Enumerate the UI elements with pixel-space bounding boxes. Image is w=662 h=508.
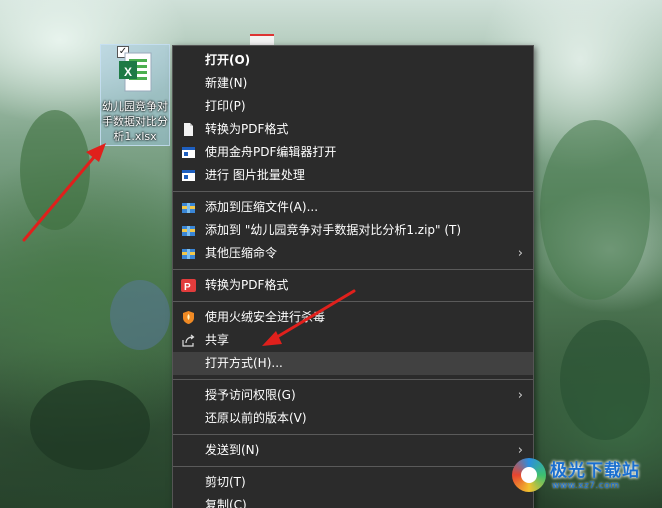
menu-separator xyxy=(173,191,533,192)
menu-item-label: 转换为PDF格式 xyxy=(205,278,289,292)
menu-item[interactable]: 添加到压缩文件(A)... xyxy=(173,196,533,219)
menu-item[interactable]: 打开(O) xyxy=(173,49,533,72)
svg-text:P: P xyxy=(184,282,191,293)
menu-item[interactable]: 复制(C) xyxy=(173,494,533,508)
watermark-subtitle: www.xz7.com xyxy=(552,481,620,491)
menu-item[interactable]: 使用金舟PDF编辑器打开 xyxy=(173,141,533,164)
menu-separator xyxy=(173,434,533,435)
pdf-editor-icon xyxy=(181,145,196,160)
menu-item-label: 进行 图片批量处理 xyxy=(205,168,305,182)
menu-separator xyxy=(173,379,533,380)
menu-item[interactable]: 添加到 "幼儿园竞争对手数据对比分析1.zip" (T) xyxy=(173,219,533,242)
menu-item-label: 新建(N) xyxy=(205,76,248,90)
menu-separator xyxy=(173,269,533,270)
menu-item[interactable]: P 转换为PDF格式 xyxy=(173,274,533,297)
menu-item[interactable]: 打印(P) xyxy=(173,95,533,118)
menu-item-label: 共享 xyxy=(205,333,230,347)
menu-item[interactable]: 剪切(T) xyxy=(173,471,533,494)
image-batch-icon xyxy=(181,168,196,183)
archive-icon xyxy=(181,200,196,215)
watermark: 极光下载站 www.xz7.com xyxy=(512,454,658,500)
watermark-logo-icon xyxy=(512,458,546,492)
menu-item-label: 打开(O) xyxy=(205,53,251,67)
menu-item[interactable]: 新建(N) xyxy=(173,72,533,95)
menu-item[interactable]: 授予访问权限(G) › xyxy=(173,384,533,407)
menu-item-label: 还原以前的版本(V) xyxy=(205,411,307,425)
menu-item-label: 其他压缩命令 xyxy=(205,246,278,260)
excel-file-icon xyxy=(119,52,152,92)
share-icon xyxy=(181,333,196,348)
menu-item[interactable]: 发送到(N) › xyxy=(173,439,533,462)
menu-separator xyxy=(173,466,533,467)
menu-item[interactable]: 还原以前的版本(V) xyxy=(173,407,533,430)
document-icon xyxy=(181,122,196,137)
archive-icon xyxy=(181,246,196,261)
chevron-right-icon: › xyxy=(517,246,523,261)
menu-item-label: 打印(P) xyxy=(205,99,246,113)
menu-separator xyxy=(173,301,533,302)
menu-item[interactable]: 其他压缩命令 › xyxy=(173,242,533,265)
menu-item[interactable]: 共享 xyxy=(173,329,533,352)
menu-item-label: 使用火绒安全进行杀毒 xyxy=(205,310,326,324)
menu-item-label: 添加到 "幼儿园竞争对手数据对比分析1.zip" (T) xyxy=(205,223,462,237)
shield-icon xyxy=(181,310,196,325)
menu-item[interactable]: 打开方式(H)... xyxy=(173,352,533,375)
menu-item-label: 授予访问权限(G) xyxy=(205,388,296,402)
menu-item-label: 使用金舟PDF编辑器打开 xyxy=(205,145,337,159)
menu-item-label: 剪切(T) xyxy=(205,475,246,489)
context-menu: 打开(O) 新建(N) 打印(P) 转换为PDF格式 使用金舟PDF编辑器打开 进行 图片… xyxy=(172,45,534,508)
desktop-file-icon[interactable]: ✓ X 幼儿园竞争对手数据对比分析1.xlsx xyxy=(100,44,170,146)
menu-item-label: 复制(C) xyxy=(205,498,247,508)
menu-item-label: 转换为PDF格式 xyxy=(205,122,289,136)
file-name-label: 幼儿园竞争对手数据对比分析1.xlsx xyxy=(102,100,168,143)
menu-item[interactable]: 使用火绒安全进行杀毒 xyxy=(173,306,533,329)
menu-item-label: 打开方式(H)... xyxy=(205,356,283,370)
menu-item[interactable]: 进行 图片批量处理 xyxy=(173,164,533,187)
pdf-convert-icon: P xyxy=(181,278,196,293)
chevron-right-icon: › xyxy=(517,388,523,403)
archive-icon xyxy=(181,223,196,238)
menu-item-label: 发送到(N) xyxy=(205,443,260,457)
excel-badge: X xyxy=(124,65,133,79)
menu-item[interactable]: 转换为PDF格式 xyxy=(173,118,533,141)
watermark-title: 极光下载站 xyxy=(550,461,640,481)
menu-item-label: 添加到压缩文件(A)... xyxy=(205,200,319,214)
